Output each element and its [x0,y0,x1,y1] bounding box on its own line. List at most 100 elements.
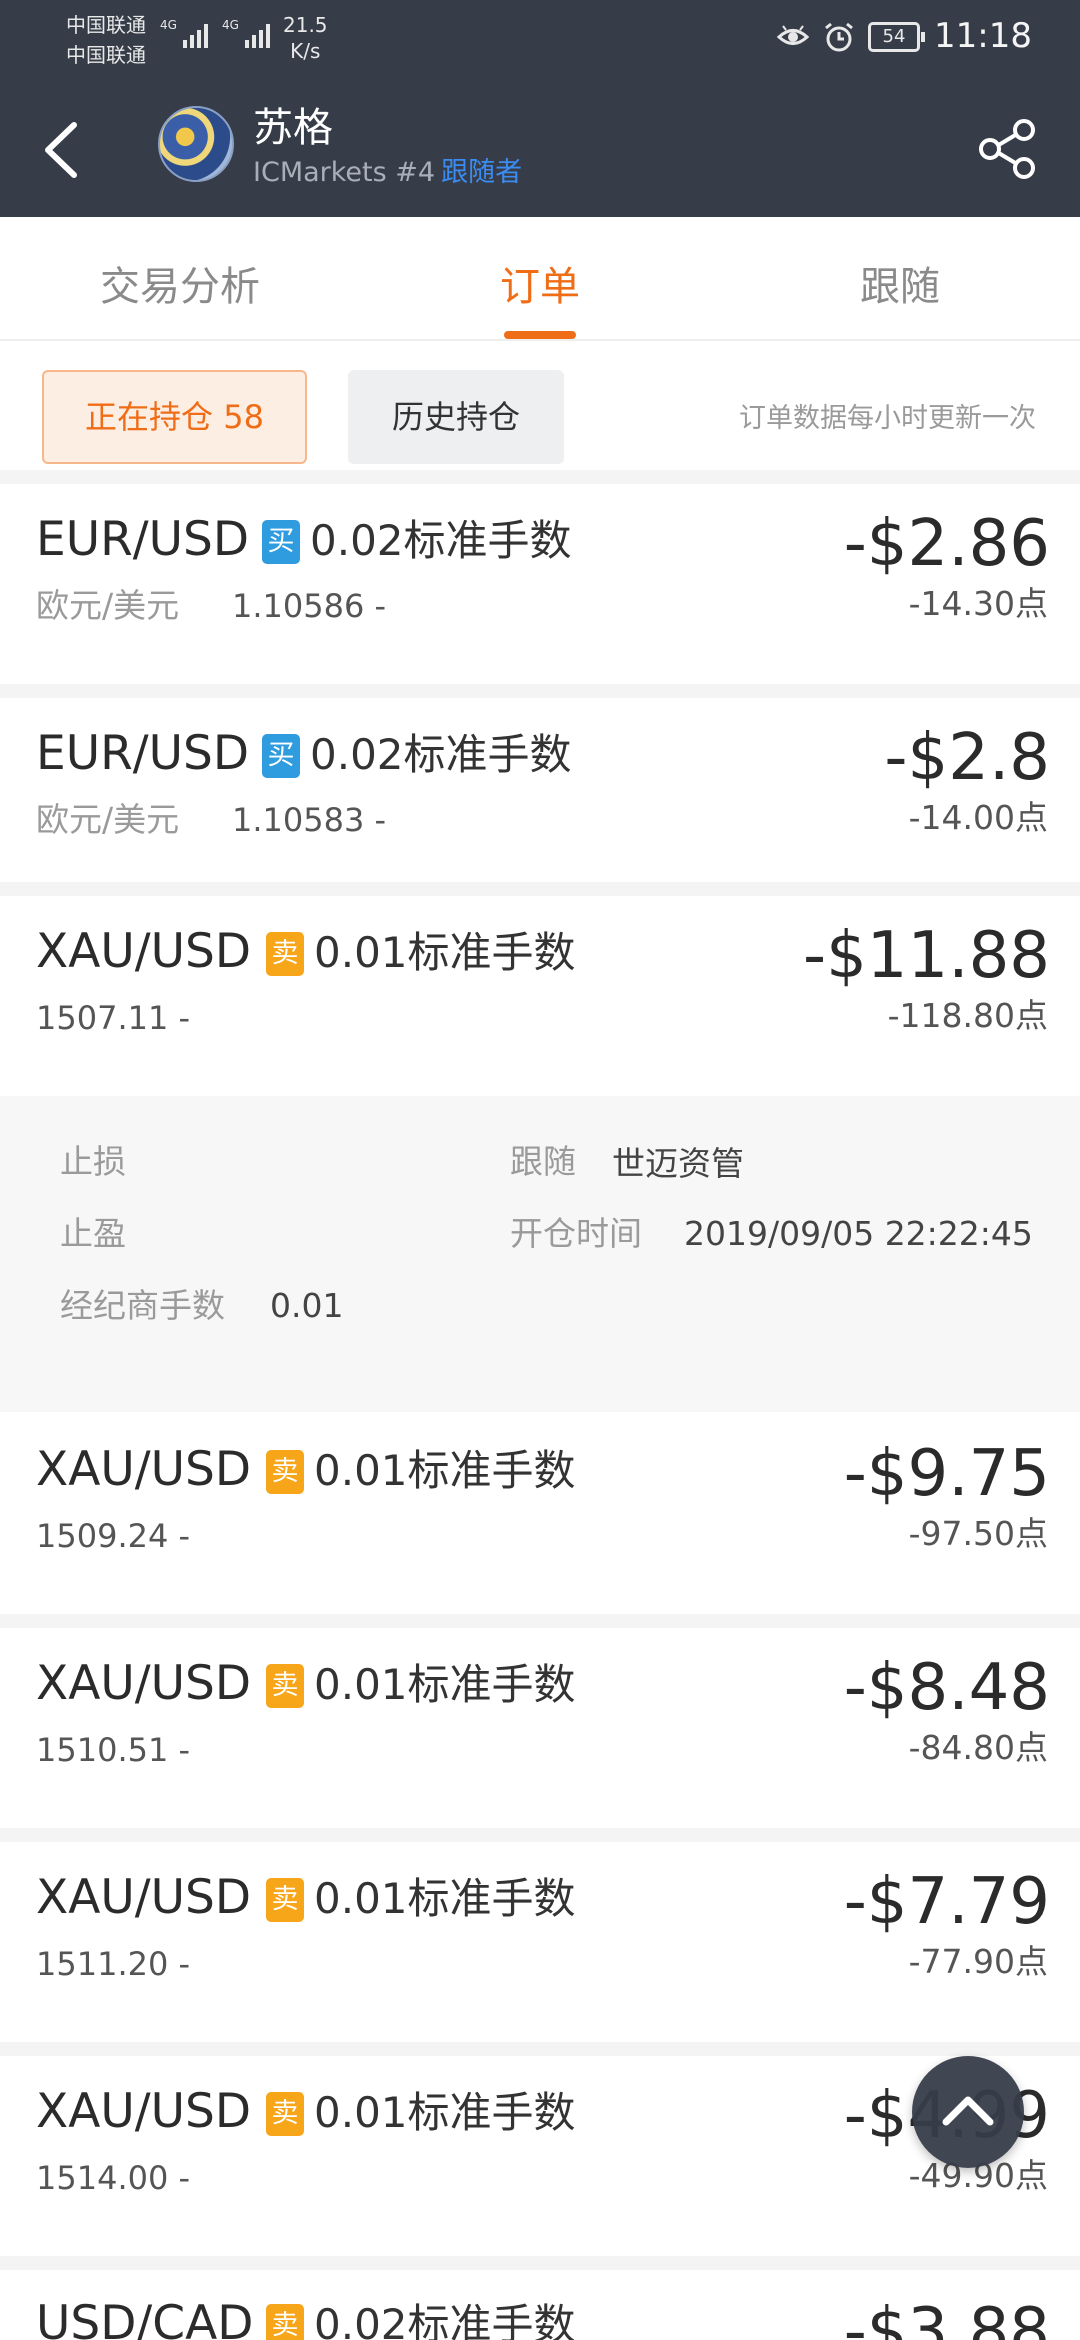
profit-loss: -$9.75 [843,1437,1050,1511]
order-symbol: EUR/USD [36,726,250,781]
side-badge-sell: 卖 [266,2304,304,2340]
profit-loss: -$2.86 [843,507,1050,581]
app-header: 中国联通 中国联通 4G 4G 21.5 K/s 54 11:18 苏格 ICM… [0,0,1080,217]
order-row[interactable]: EUR/USD 买 0.02标准手数 欧元/美元 1.10586 - -$2.8… [0,484,1080,684]
order-row[interactable]: XAU/USD 卖 0.01标准手数 1510.51 - -$8.48 -84.… [0,1628,1080,1828]
profit-points: -14.30点 [908,584,1048,623]
stop-loss-label: 止损 [60,1142,126,1181]
order-row[interactable]: USD/CAD 卖 0.02标准手数 -$3.88 [0,2270,1080,2340]
speed-unit: K/s [290,39,321,63]
carrier-info: 中国联通 中国联通 [66,10,146,70]
profit-points: -118.80点 [887,996,1048,1035]
profit-loss: -$11.88 [802,919,1050,993]
position-filter: 正在持仓 58 历史持仓 订单数据每小时更新一次 [0,343,1080,483]
order-symbol: XAU/USD [36,1442,252,1497]
profit-loss: -$8.48 [843,1651,1050,1725]
role-link[interactable]: 跟随者 [441,157,522,188]
open-price: 1.10583 - [232,801,387,839]
profit-points: -14.00点 [908,798,1048,837]
order-row-expanded[interactable]: XAU/USD 卖 0.01标准手数 1507.11 - -$11.88 -11… [0,896,1080,1096]
pair-name: 欧元/美元 [36,800,180,839]
order-row[interactable]: EUR/USD 买 0.02标准手数 欧元/美元 1.10583 - -$2.8… [0,698,1080,898]
profit-loss: -$3.88 [843,2295,1050,2340]
order-symbol: EUR/USD [36,512,250,567]
order-symbol: XAU/USD [36,2084,252,2139]
open-price: 1514.00 - [36,2159,191,2197]
avatar[interactable] [158,106,234,182]
share-icon[interactable] [972,118,1042,180]
signal-2-icon: 4G [222,18,270,48]
divider [0,1828,1080,1842]
tab-orders[interactable]: 订单 [360,217,720,341]
profit-points: -77.90点 [908,1942,1048,1981]
history-positions-button[interactable]: 历史持仓 [348,370,564,464]
alarm-icon [825,22,853,52]
trader-name: 苏格 [253,105,333,151]
order-row[interactable]: XAU/USD 卖 0.01标准手数 1509.24 - -$9.75 -97.… [0,1414,1080,1614]
order-symbol: XAU/USD [36,924,252,979]
update-note: 订单数据每小时更新一次 [739,403,1036,434]
tab-bar: 交易分析 订单 跟随 [0,217,1080,341]
eye-icon [776,25,810,45]
open-price: 1.10586 - [232,587,387,625]
open-time-label: 开仓时间 [510,1214,642,1253]
divider [0,470,1080,484]
profit-loss: -$7.79 [843,1865,1050,1939]
side-badge-sell: 卖 [266,1878,304,1922]
carrier-1: 中国联通 [66,13,146,37]
broker-lots-value: 0.01 [270,1286,344,1325]
account-info: ICMarkets #4 跟随者 [253,155,522,191]
order-row[interactable]: XAU/USD 卖 0.01标准手数 1511.20 - -$7.79 -77.… [0,1842,1080,2042]
status-bar: 中国联通 中国联通 4G 4G 21.5 K/s 54 11:18 [0,0,1080,75]
side-badge-buy: 买 [262,734,300,778]
account-label: ICMarkets #4 [253,157,436,188]
divider [0,1614,1080,1628]
order-lots: 0.01标准手数 [314,2088,576,2137]
order-lots: 0.01标准手数 [314,1874,576,1923]
side-badge-sell: 卖 [266,1450,304,1494]
open-price: 1509.24 - [36,1517,191,1555]
order-lots: 0.02标准手数 [310,516,572,565]
side-badge-sell: 卖 [266,1664,304,1708]
speed-value: 21.5 [283,13,328,37]
signal-1-icon: 4G [160,18,208,48]
carrier-2: 中国联通 [66,43,146,67]
active-tab-indicator [504,331,576,339]
order-symbol: XAU/USD [36,1870,252,1925]
network-speed: 21.5 K/s [283,12,328,64]
order-detail-panel: 止损 止盈 经纪商手数 0.01 跟随 世迈资管 开仓时间 2019/09/05… [0,1096,1080,1412]
side-badge-sell: 卖 [266,2092,304,2136]
tab-follow[interactable]: 跟随 [720,217,1080,341]
open-price: 1510.51 - [36,1731,191,1769]
follow-label: 跟随 [510,1142,576,1181]
profit-loss: -$2.8 [884,721,1050,795]
broker-lots-label: 经纪商手数 [60,1286,225,1325]
status-time: 11:18 [934,16,1032,56]
tab-trade-analysis[interactable]: 交易分析 [0,217,360,341]
scroll-to-top-button[interactable] [912,2056,1024,2168]
open-positions-button[interactable]: 正在持仓 58 [42,370,307,464]
battery-icon: 54 [868,22,925,52]
open-price: 1511.20 - [36,1945,191,1983]
open-time-value: 2019/09/05 22:22:45 [684,1214,1033,1253]
profit-points: -97.50点 [908,1514,1048,1553]
divider [0,882,1080,896]
take-profit-label: 止盈 [60,1214,126,1253]
order-symbol: USD/CAD [36,2296,254,2340]
order-lots: 0.02标准手数 [310,730,572,779]
profit-points: -84.80点 [908,1728,1048,1767]
order-lots: 0.01标准手数 [314,1446,576,1495]
pair-name: 欧元/美元 [36,586,180,625]
order-lots: 0.02标准手数 [314,2300,576,2340]
network-type-2: 4G [222,18,239,32]
network-type-1: 4G [160,18,177,32]
back-arrow-icon[interactable] [38,115,88,185]
open-price: 1507.11 - [36,999,191,1037]
divider [0,684,1080,698]
divider [0,2042,1080,2056]
side-badge-sell: 卖 [266,932,304,976]
order-lots: 0.01标准手数 [314,928,576,977]
order-symbol: XAU/USD [36,1656,252,1711]
divider [0,2256,1080,2270]
follow-value: 世迈资管 [612,1144,744,1183]
